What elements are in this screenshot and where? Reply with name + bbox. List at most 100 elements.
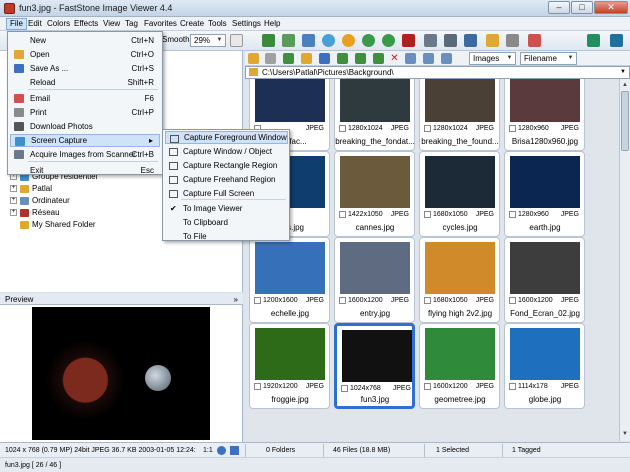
menu-item-label: Exit bbox=[30, 166, 44, 175]
rotate-left-icon[interactable] bbox=[362, 34, 375, 47]
file-menu-item[interactable]: Screen Capture ▸ bbox=[10, 134, 160, 147]
file-menu-item[interactable]: Acquire Images from Scanner Ctrl+B bbox=[10, 148, 160, 161]
export-icon[interactable] bbox=[464, 34, 477, 47]
file-menu-item[interactable]: Download Photos bbox=[10, 120, 160, 133]
file-menu-item[interactable]: Open Ctrl+O bbox=[10, 48, 160, 61]
tag-checkbox[interactable] bbox=[254, 383, 261, 390]
thumbnail-filename: cannes.jpg bbox=[355, 223, 395, 232]
menu-view[interactable]: View bbox=[100, 18, 123, 30]
scrollbar-thumb[interactable] bbox=[621, 91, 629, 151]
tag-checkbox[interactable] bbox=[424, 211, 431, 218]
favorites-icon[interactable] bbox=[319, 53, 330, 64]
folder-icon[interactable] bbox=[301, 53, 312, 64]
menu-tools[interactable]: Tools bbox=[205, 18, 230, 30]
fit-icon[interactable] bbox=[217, 446, 226, 455]
expand-icon[interactable]: + bbox=[10, 209, 17, 217]
tag-checkbox[interactable] bbox=[509, 383, 516, 390]
image-icon[interactable] bbox=[262, 34, 275, 47]
sort-combo[interactable]: Filename ▼ bbox=[520, 52, 577, 65]
tree-item-patlal[interactable]: + Patlal bbox=[10, 183, 52, 194]
print-icon[interactable] bbox=[506, 34, 519, 47]
chevron-down-icon[interactable]: ▼ bbox=[620, 67, 626, 78]
scroll-down-icon[interactable]: ▼ bbox=[620, 429, 630, 439]
thumbnail-format: JPEG bbox=[390, 125, 409, 132]
expand-icon[interactable]: + bbox=[10, 185, 17, 193]
menu-create[interactable]: Create bbox=[177, 18, 207, 30]
capture-menu-item[interactable]: ✔ To Image Viewer bbox=[165, 202, 288, 215]
file-menu-item[interactable]: New Ctrl+N bbox=[10, 34, 160, 47]
tag-checkbox[interactable] bbox=[339, 125, 346, 132]
menu-effects[interactable]: Effects bbox=[71, 18, 101, 30]
tag-checkbox[interactable] bbox=[424, 383, 431, 390]
address-bar[interactable]: C:\Users\Patlal\Pictures\Background\ ▼ bbox=[245, 66, 630, 79]
compare-icon[interactable] bbox=[424, 34, 437, 47]
capture-menu-item[interactable]: To File bbox=[165, 230, 288, 243]
file-menu-item[interactable]: Email F6 bbox=[10, 92, 160, 105]
actual-size-icon[interactable] bbox=[230, 446, 239, 455]
scroll-up-icon[interactable]: ▲ bbox=[620, 80, 630, 90]
thumbnail-filename: geometree.jpg bbox=[434, 395, 486, 404]
menu-help[interactable]: Help bbox=[261, 18, 283, 30]
zoom-combo[interactable]: 29% ▼ bbox=[190, 34, 226, 47]
person-icon[interactable] bbox=[322, 34, 335, 47]
image-add-icon[interactable] bbox=[282, 34, 295, 47]
tag-checkbox[interactable] bbox=[424, 125, 431, 132]
collapse-icon[interactable]: » bbox=[234, 294, 238, 305]
fullscreen-icon[interactable] bbox=[587, 34, 600, 47]
slideshow-icon[interactable] bbox=[302, 34, 315, 47]
menu-favorites[interactable]: Favorites bbox=[141, 18, 180, 30]
view-grid-icon[interactable] bbox=[423, 53, 434, 64]
tree-item-shared[interactable]: My Shared Folder bbox=[20, 219, 96, 230]
file-menu-item[interactable]: Save As ... Ctrl+S bbox=[10, 62, 160, 75]
capture-menu-item[interactable]: Capture Rectangle Region bbox=[165, 159, 288, 172]
maximize-button[interactable]: □ bbox=[571, 1, 593, 14]
rotate-right-icon[interactable] bbox=[382, 34, 395, 47]
resize-icon[interactable] bbox=[444, 34, 457, 47]
file-menu-item[interactable]: Reload Shift+R bbox=[10, 76, 160, 89]
tag-checkbox[interactable] bbox=[341, 385, 348, 392]
ratio-label[interactable]: 1:1 bbox=[203, 445, 213, 456]
vertical-scrollbar[interactable]: ▲ ▼ bbox=[619, 79, 630, 441]
tag-checkbox[interactable] bbox=[509, 211, 516, 218]
close-button[interactable]: ✕ bbox=[594, 1, 628, 14]
refresh-icon[interactable] bbox=[337, 53, 348, 64]
histogram-icon[interactable] bbox=[402, 34, 415, 47]
email-icon[interactable] bbox=[528, 34, 541, 47]
tag-checkbox[interactable] bbox=[254, 297, 261, 304]
menu-colors[interactable]: Colors bbox=[44, 18, 73, 30]
menu-edit[interactable]: Edit bbox=[25, 18, 45, 30]
tag-checkbox[interactable] bbox=[339, 211, 346, 218]
thumbnail-format: JPEG bbox=[305, 297, 324, 304]
minimize-button[interactable]: – bbox=[548, 1, 570, 14]
hand-tool-icon[interactable] bbox=[230, 34, 243, 47]
delete-icon[interactable]: ✕ bbox=[389, 53, 400, 64]
tag-checkbox[interactable] bbox=[339, 297, 346, 304]
tag-checkbox[interactable] bbox=[424, 297, 431, 304]
back-icon[interactable] bbox=[248, 53, 259, 64]
view-details-icon[interactable] bbox=[441, 53, 452, 64]
capture-menu-item[interactable]: To Clipboard bbox=[165, 216, 288, 229]
up-folder-icon[interactable] bbox=[283, 53, 294, 64]
sun-icon[interactable] bbox=[342, 34, 355, 47]
menu-tag[interactable]: Tag bbox=[122, 18, 141, 30]
tag-checkbox[interactable] bbox=[509, 297, 516, 304]
layout-icon[interactable] bbox=[610, 34, 623, 47]
forward-icon[interactable] bbox=[265, 53, 276, 64]
folder-icon[interactable] bbox=[486, 34, 499, 47]
view-filter-combo[interactable]: Images ▼ bbox=[469, 52, 516, 65]
thumbnail-filename: entry.jpg bbox=[359, 309, 391, 318]
expand-icon[interactable]: + bbox=[10, 197, 17, 205]
menu-file[interactable]: File bbox=[6, 18, 27, 30]
capture-menu-item[interactable]: Capture Freehand Region bbox=[165, 173, 288, 186]
capture-menu-item[interactable]: Capture Foreground Window bbox=[165, 131, 288, 144]
copy-icon[interactable] bbox=[355, 53, 366, 64]
capture-menu-item[interactable]: Capture Window / Object bbox=[165, 145, 288, 158]
file-menu-item[interactable]: Exit Esc bbox=[10, 164, 160, 177]
move-icon[interactable] bbox=[373, 53, 384, 64]
tree-item-ordinateur[interactable]: + Ordinateur bbox=[10, 195, 70, 206]
view-list-icon[interactable] bbox=[405, 53, 416, 64]
tree-item-reseau[interactable]: + Réseau bbox=[10, 207, 60, 218]
menu-settings[interactable]: Settings bbox=[229, 18, 264, 30]
file-menu-item[interactable]: Print Ctrl+P bbox=[10, 106, 160, 119]
tag-checkbox[interactable] bbox=[509, 125, 516, 132]
